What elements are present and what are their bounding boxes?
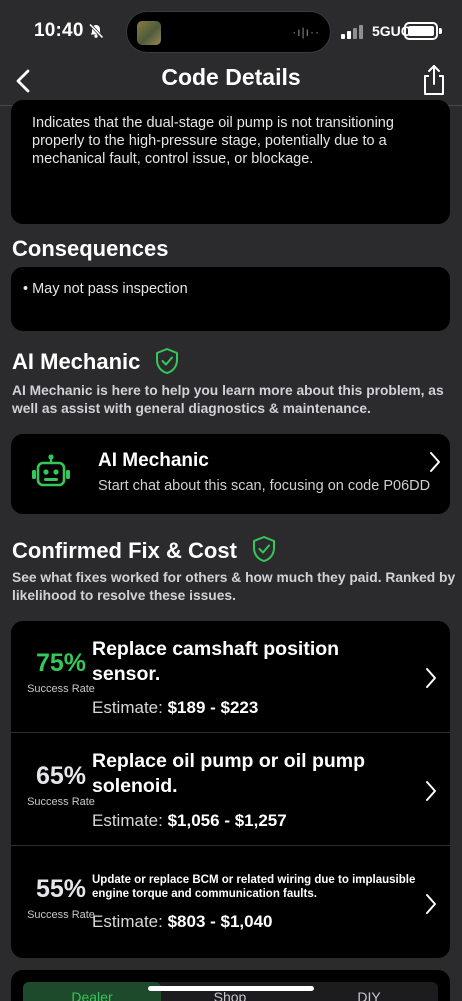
status-bar: 10:40 ·ı|ı·· 5GUC (0, 0, 462, 60)
consequences-card: • May not pass inspection (11, 267, 450, 331)
estimate-label: Estimate: (92, 912, 163, 931)
status-time: 10:40 (34, 20, 84, 41)
shield-check-icon (253, 536, 275, 562)
chevron-right-icon (426, 894, 436, 914)
success-percentage: 55% (35, 875, 87, 903)
bell-slash-icon (88, 23, 104, 39)
consequences-heading: Consequences (12, 236, 169, 261)
estimate-value: $1,056 - $1,257 (167, 811, 287, 830)
tab-dealer[interactable]: Dealer (23, 982, 161, 1001)
robot-icon (32, 454, 70, 487)
success-rate-label: Success Rate (27, 683, 95, 695)
consequence-item: • May not pass inspection (23, 281, 188, 297)
ai-mechanic-description: AI Mechanic is here to help you learn mo… (12, 383, 444, 416)
success-percentage: 75% (35, 649, 87, 677)
fix-list-card: 75% Success Rate Replace camshaft positi… (11, 621, 450, 958)
dynamic-island[interactable]: ·ı|ı·· (126, 11, 331, 53)
audio-wave-icon: ·ı|ı·· (292, 25, 320, 39)
ai-mechanic-card[interactable]: AI Mechanic Start chat about this scan, … (11, 434, 450, 514)
ai-card-subtitle: Start chat about this scan, focusing on … (98, 478, 431, 494)
cost-source-tabs: Dealer Shop DIY (23, 982, 438, 1001)
tab-diy[interactable]: DIY (300, 982, 438, 1001)
chevron-right-icon (426, 781, 436, 801)
fix-row[interactable]: 75% Success Rate Replace camshaft positi… (11, 621, 450, 733)
estimate-value: $803 - $1,040 (167, 912, 273, 931)
estimate-label: Estimate: (92, 698, 163, 717)
navigation-bar: Code Details (0, 56, 462, 106)
fix-row[interactable]: 65% Success Rate Replace oil pump or oil… (11, 734, 450, 846)
tab-shop[interactable]: Shop (161, 982, 299, 1001)
page-title: Code Details (161, 64, 301, 90)
description-card: Indicates that the dual-stage oil pump i… (11, 100, 450, 224)
fix-title: Update or replace BCM or related wiring … (92, 874, 416, 900)
ai-card-title: AI Mechanic (98, 450, 209, 471)
fix-estimate: Estimate: $1,056 - $1,257 (92, 811, 287, 831)
battery-cap (439, 28, 442, 34)
shield-check-icon (156, 348, 178, 374)
cellular-signal-icon (341, 23, 365, 39)
fix-estimate: Estimate: $189 - $223 (92, 698, 258, 718)
confirmed-fix-description: See what fixes worked for others & how m… (12, 570, 456, 603)
confirmed-fix-heading: Confirmed Fix & Cost (12, 538, 237, 563)
success-rate-label: Success Rate (27, 909, 95, 921)
fix-row[interactable]: 55% Success Rate Update or replace BCM o… (11, 847, 450, 958)
battery-icon (404, 22, 438, 40)
fix-title: Replace camshaft position sensor. (92, 638, 340, 685)
chevron-right-icon (430, 452, 440, 472)
estimate-value: $189 - $223 (167, 698, 259, 717)
share-icon[interactable] (418, 62, 450, 98)
fix-title: Replace oil pump or oil pump solenoid. (92, 750, 366, 797)
chevron-right-icon (426, 668, 436, 688)
success-percentage: 65% (35, 762, 87, 790)
success-rate-label: Success Rate (27, 796, 95, 808)
code-description: Indicates that the dual-stage oil pump i… (32, 115, 394, 167)
fix-estimate: Estimate: $803 - $1,040 (92, 912, 273, 932)
now-playing-artwork (137, 21, 161, 45)
ai-mechanic-heading: AI Mechanic (12, 349, 141, 374)
estimate-label: Estimate: (92, 811, 163, 830)
home-indicator[interactable] (148, 986, 314, 991)
